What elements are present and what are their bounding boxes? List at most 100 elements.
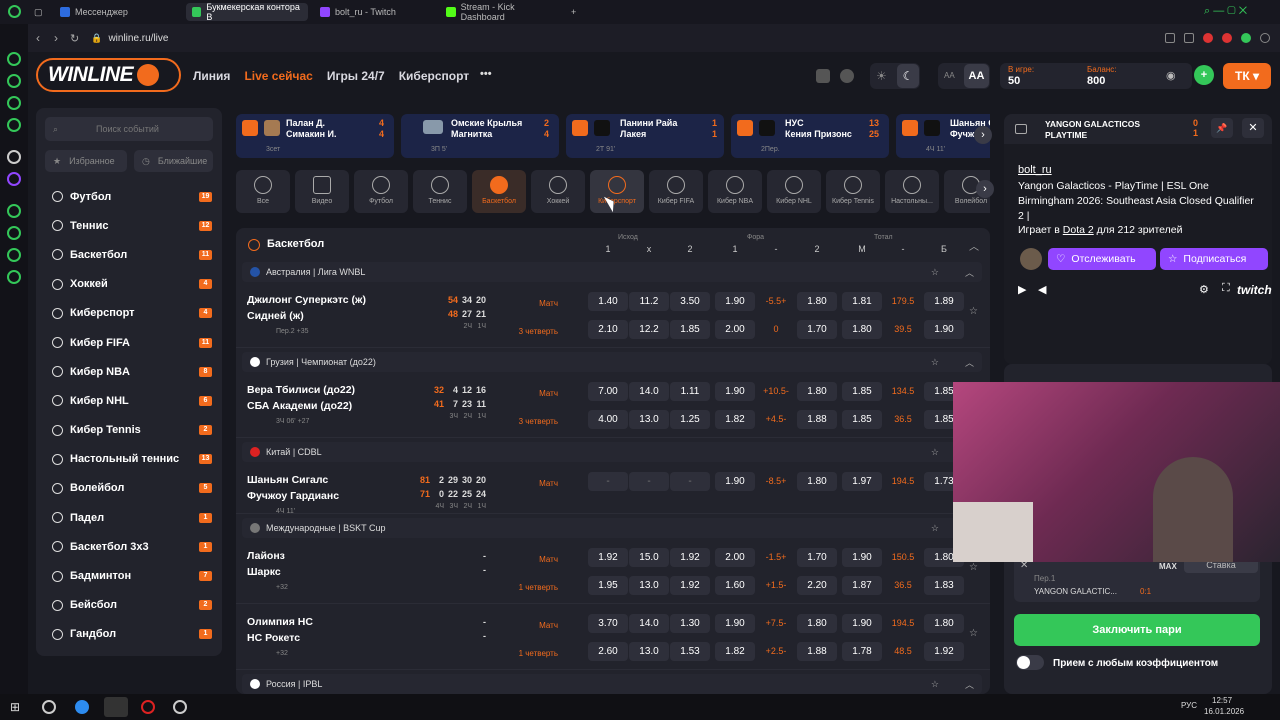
category-basketball[interactable]: Баскетбол [472, 170, 526, 213]
max-button[interactable]: MAX [1159, 562, 1177, 571]
odds-button[interactable]: 1.40 [588, 292, 628, 311]
odds-button[interactable]: 1.80 [842, 320, 882, 339]
league-header[interactable]: Китай | CDBL☆︿ [242, 442, 982, 462]
sidebar-item-cyber-tennis[interactable]: Кибер Tennis 2 [36, 416, 222, 445]
odds-button[interactable]: 4.00 [588, 410, 628, 429]
odds-button[interactable]: 1.92 [670, 576, 710, 595]
collapse-icon[interactable]: ︿ [969, 238, 979, 253]
sidebar-item-handball[interactable]: Гандбол 1 [36, 620, 222, 649]
odds-button[interactable]: 14.0 [629, 382, 669, 401]
league-header[interactable]: Россия | IPBL ☆ ︿ [242, 674, 982, 694]
volume-icon[interactable]: ◀ [1038, 283, 1046, 296]
match-row[interactable]: Вера Тбилиси (до22) СБА Академи (до22) 3… [236, 376, 990, 438]
user-menu-button[interactable]: ТК ▾ [1223, 63, 1271, 89]
new-tab-button[interactable]: + [568, 3, 582, 21]
reload-icon[interactable]: ↻ [70, 32, 79, 45]
more-menu-button[interactable]: ••• [480, 68, 492, 80]
windows-start-icon[interactable]: ⊞ [10, 700, 20, 714]
sidebar-item-basketball[interactable]: Баскетбол 11 [36, 240, 222, 269]
nav-live[interactable]: Live сейчас [244, 69, 312, 83]
odds-button[interactable]: 1.60 [715, 576, 755, 595]
odds-button[interactable]: 2.60 [588, 642, 628, 661]
match-row[interactable]: Шаньян Сигалс Фучжоу Гардианс 4Ч 11' 81 2 2… [236, 466, 990, 515]
telegram-app-icon[interactable] [75, 700, 89, 714]
league-header[interactable]: Грузия | Чемпионат (до22) ☆ ︿ [242, 352, 982, 372]
url-text[interactable]: winline.ru/live [108, 33, 168, 44]
chrome-app-icon[interactable] [42, 700, 56, 714]
odds-button[interactable]: 1.80 [797, 292, 837, 311]
sidebar-item-cyber-nba[interactable]: Кибер NBA 8 [36, 357, 222, 386]
sidebar-app-icon[interactable] [7, 52, 21, 66]
odds-button[interactable]: 1.90 [842, 548, 882, 567]
sidebar-item-cyber-fifa[interactable]: Кибер FIFA 11 [36, 328, 222, 357]
odds-button[interactable]: 1.82 [715, 642, 755, 661]
odds-button[interactable]: - [629, 472, 669, 491]
any-odds-toggle[interactable] [1016, 655, 1044, 670]
live-card[interactable]: Палан Д. Симакин И. 4 4 3сет [236, 114, 394, 158]
tab-messenger[interactable]: Мессенджер [54, 3, 180, 21]
opera-app-icon[interactable] [141, 700, 155, 714]
odds-button[interactable]: 3.50 [670, 292, 710, 311]
android-icon[interactable] [816, 69, 830, 83]
window-controls[interactable]: ⌕ — ▢ ✕ [1204, 5, 1247, 18]
odds-button[interactable]: 1.70 [797, 320, 837, 339]
star-icon[interactable]: ☆ [931, 267, 939, 278]
back-icon[interactable]: ‹ [36, 31, 40, 45]
odds-button[interactable]: 1.92 [670, 548, 710, 567]
obs-app-icon[interactable] [173, 700, 187, 714]
font-small-button[interactable]: AA [944, 71, 955, 80]
twitch-sidebar-icon[interactable] [7, 172, 21, 186]
odds-button[interactable]: 1.90 [715, 292, 755, 311]
font-size-switch[interactable]: AA AA [938, 63, 990, 89]
sidebar-app-icon[interactable] [7, 226, 21, 240]
odds-button[interactable]: 11.2 [629, 292, 669, 311]
odds-button[interactable]: 1.87 [842, 576, 882, 595]
odds-button[interactable]: 7.00 [588, 382, 628, 401]
odds-button[interactable]: 1.95 [588, 576, 628, 595]
category-cyber-nhl[interactable]: Кибер NHL [767, 170, 821, 213]
sidebar-item-hockey[interactable]: Хоккей 4 [36, 270, 222, 299]
moon-icon[interactable]: ☾ [897, 64, 919, 88]
tab-twitch[interactable]: bolt_ru - Twitch [314, 3, 434, 21]
star-icon[interactable]: ☆ [931, 357, 939, 368]
winline-logo[interactable]: WINLINE [36, 58, 181, 92]
odds-button[interactable]: 14.0 [629, 614, 669, 633]
category-next-button[interactable]: › [976, 180, 994, 198]
odds-button[interactable]: 1.85 [842, 382, 882, 401]
extension-icon[interactable] [1165, 33, 1175, 43]
odds-button[interactable]: - [588, 472, 628, 491]
channel-avatar[interactable] [1020, 248, 1042, 270]
sidebar-item-football[interactable]: Футбол 19 [36, 182, 222, 211]
sidebar-app-icon[interactable] [7, 118, 21, 132]
league-header[interactable]: Австралия | Лига WNBL ☆ ︿ [242, 262, 982, 282]
category-football[interactable]: Футбол [354, 170, 408, 213]
odds-button[interactable]: 2.00 [715, 548, 755, 567]
category-tennis[interactable]: Теннис [413, 170, 467, 213]
close-icon[interactable]: ✕ [1242, 118, 1264, 138]
odds-button[interactable]: 1.83 [924, 576, 964, 595]
collapse-icon[interactable]: ︿ [965, 678, 974, 691]
odds-button[interactable]: 1.80 [797, 614, 837, 633]
fullscreen-icon[interactable]: ⛶ [1222, 282, 1230, 295]
category-cyber-tennis[interactable]: Кибер Tennis [826, 170, 880, 213]
extension-icon[interactable] [1222, 33, 1232, 43]
theme-switch[interactable]: ☀ ☾ [870, 63, 920, 89]
live-card[interactable]: Панини Райа Лакея 1 1 2Т 91' [566, 114, 724, 158]
odds-button[interactable]: 2.10 [588, 320, 628, 339]
odds-button[interactable]: 1.89 [924, 292, 964, 311]
active-app-icon[interactable] [104, 697, 128, 717]
settings-icon[interactable]: ⚙ [1199, 283, 1209, 296]
odds-button[interactable]: 1.90 [715, 472, 755, 491]
deposit-plus-button[interactable]: + [1194, 65, 1214, 85]
follow-button[interactable]: ♡ Отслеживать [1048, 248, 1156, 270]
forward-icon[interactable]: › [54, 31, 58, 45]
odds-button[interactable]: 1.88 [797, 410, 837, 429]
odds-button[interactable]: 1.85 [842, 410, 882, 429]
sidebar-item-tennis[interactable]: Теннис 12 [36, 211, 222, 240]
odds-button[interactable]: 1.90 [924, 320, 964, 339]
opera-gx-logo-icon[interactable] [8, 5, 21, 18]
odds-button[interactable]: 1.25 [670, 410, 710, 429]
sidebar-app-icon[interactable] [7, 96, 21, 110]
odds-button[interactable]: 2.20 [797, 576, 837, 595]
star-icon[interactable]: ☆ [969, 628, 978, 639]
